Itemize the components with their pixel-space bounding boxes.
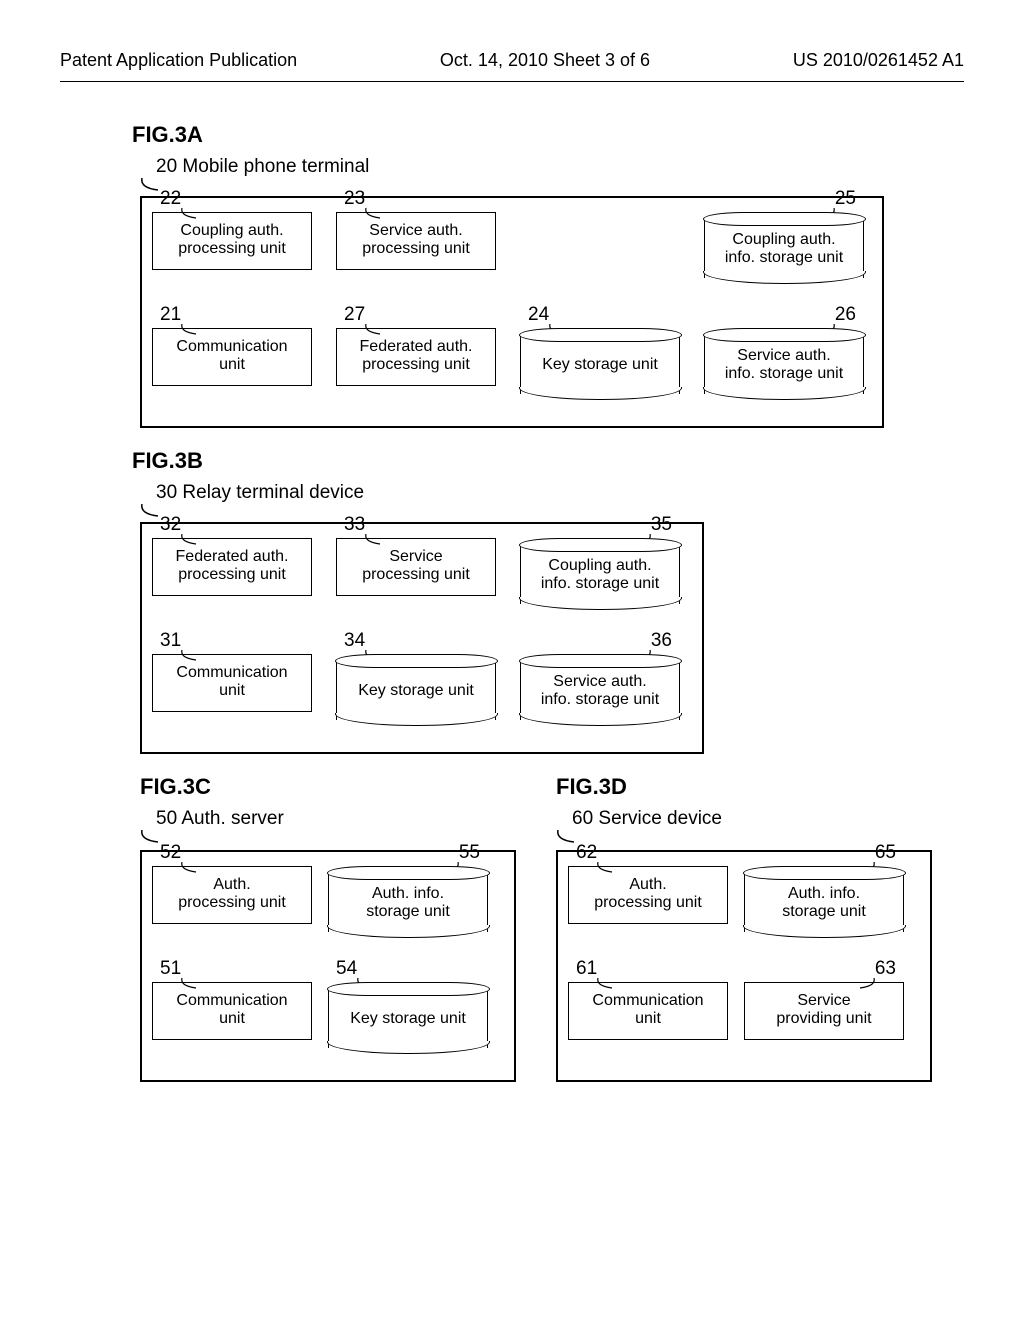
fig3a-device: 20 Mobile phone terminal xyxy=(156,156,964,178)
fig3b-num: 30 xyxy=(156,482,177,503)
fig3b-label: FIG.3B xyxy=(132,448,964,474)
unit-23: 23 Service auth. processing unit xyxy=(336,212,496,292)
ref-35: 35 xyxy=(651,514,672,536)
lead-line-icon xyxy=(140,504,158,518)
unit-31: 31 Communicationunit xyxy=(152,654,312,734)
coupling-auth-proc: Coupling auth. processing unit xyxy=(152,212,312,270)
unit-55: 55 Auth. info.storage unit xyxy=(328,866,488,946)
ref-32: 32 xyxy=(160,514,181,536)
ref-51: 51 xyxy=(160,958,181,980)
lead-line-icon xyxy=(364,208,382,220)
lead-line-icon xyxy=(140,830,158,844)
ref-61: 61 xyxy=(576,958,597,980)
unit-63: 63 Serviceproviding unit xyxy=(744,982,904,1062)
unit-21: 21 Communication unit xyxy=(152,328,312,408)
lead-line-icon xyxy=(596,978,614,990)
fig3b-device: 30 Relay terminal device xyxy=(156,482,964,504)
unit-51: 51 Communicationunit xyxy=(152,982,312,1062)
ref-52: 52 xyxy=(160,842,181,864)
unit-54: 54 Key storage unit xyxy=(328,982,488,1062)
unit-35: 35 Coupling auth.info. storage unit xyxy=(520,538,680,618)
unit-24: 24 Key storage unit xyxy=(520,328,680,408)
unit-52: 52 Auth.processing unit xyxy=(152,866,312,946)
ref-26: 26 xyxy=(835,304,856,326)
ref-36: 36 xyxy=(651,630,672,652)
fig3d-box: 62 Auth.processing unit 65 Auth. info.st… xyxy=(556,850,932,1082)
lead-line-icon xyxy=(596,862,614,874)
ref-25: 25 xyxy=(835,188,856,210)
unit-34: 34 Key storage unit xyxy=(336,654,496,734)
ref-55: 55 xyxy=(459,842,480,864)
hdr-center: Oct. 14, 2010 Sheet 3 of 6 xyxy=(440,50,650,71)
ref-27: 27 xyxy=(344,304,365,326)
hdr-right: US 2010/0261452 A1 xyxy=(793,50,964,71)
federated-auth-proc: Federated auth. processing unit xyxy=(336,328,496,386)
lead-line-icon xyxy=(180,862,198,874)
comm-unit: Communication unit xyxy=(152,328,312,386)
unit-26: 26 Service auth. info. storage unit xyxy=(704,328,864,408)
fig3c-box: 52 Auth.processing unit 55 Auth. info.st… xyxy=(140,850,516,1082)
fig3d-device: 60 Service device xyxy=(572,808,932,830)
header: Patent Application Publication Oct. 14, … xyxy=(60,20,964,82)
ref-63: 63 xyxy=(875,958,896,980)
fig3b-box: 32 Federated auth.processing unit 33 Ser… xyxy=(140,522,704,754)
ref-23: 23 xyxy=(344,188,365,210)
unit-22: 22 Coupling auth. processing unit xyxy=(152,212,312,292)
coupling-auth-store: Coupling auth. info. storage unit xyxy=(704,218,864,278)
ref-24: 24 xyxy=(528,304,549,326)
hdr-left: Patent Application Publication xyxy=(60,50,297,71)
unit-25: 25 Coupling auth. info. storage unit xyxy=(704,212,864,292)
ref-33: 33 xyxy=(344,514,365,536)
fig3d: FIG.3D 60 Service device 62 Auth.process… xyxy=(556,754,932,1082)
lead-line-icon xyxy=(140,178,158,192)
ref-65: 65 xyxy=(875,842,896,864)
page: Patent Application Publication Oct. 14, … xyxy=(0,0,1024,1102)
ref-54: 54 xyxy=(336,958,357,980)
lead-line-icon xyxy=(180,978,198,990)
lead-line-icon xyxy=(180,650,198,662)
unit-33: 33 Serviceprocessing unit xyxy=(336,538,496,618)
fig3a-num: 20 xyxy=(156,156,177,177)
lead-line-icon xyxy=(180,324,198,336)
ref-21: 21 xyxy=(160,304,181,326)
service-auth-store: Service auth. info. storage unit xyxy=(704,334,864,394)
fig3a-box: 22 Coupling auth. processing unit 23 Ser… xyxy=(140,196,884,428)
unit-36: 36 Service auth.info. storage unit xyxy=(520,654,680,734)
unit-65: 65 Auth. info.storage unit xyxy=(744,866,904,946)
fig3c: FIG.3C 50 Auth. server 52 Auth.processin… xyxy=(140,754,516,1082)
ref-31: 31 xyxy=(160,630,181,652)
lead-line-icon xyxy=(180,208,198,220)
row-figs-c-d: FIG.3C 50 Auth. server 52 Auth.processin… xyxy=(140,754,964,1082)
service-auth-proc: Service auth. processing unit xyxy=(336,212,496,270)
ref-22: 22 xyxy=(160,188,181,210)
lead-line-icon xyxy=(556,830,574,844)
lead-line-icon xyxy=(364,324,382,336)
unit-27: 27 Federated auth. processing unit xyxy=(336,328,496,408)
key-store: Key storage unit xyxy=(520,334,680,394)
unit-61: 61 Communicationunit xyxy=(568,982,728,1062)
lead-line-icon xyxy=(180,534,198,546)
ref-34: 34 xyxy=(344,630,365,652)
lead-line-icon xyxy=(364,534,382,546)
unit-32: 32 Federated auth.processing unit xyxy=(152,538,312,618)
fig3c-device: 50 Auth. server xyxy=(156,808,516,830)
unit-62: 62 Auth.processing unit xyxy=(568,866,728,946)
fig3a-name: Mobile phone terminal xyxy=(182,156,369,177)
fig3b-name: Relay terminal device xyxy=(182,482,364,503)
fig3a-label: FIG.3A xyxy=(132,122,964,148)
fig3d-label: FIG.3D xyxy=(556,774,932,800)
fig3c-label: FIG.3C xyxy=(140,774,516,800)
lead-line-icon xyxy=(858,978,876,990)
ref-62: 62 xyxy=(576,842,597,864)
